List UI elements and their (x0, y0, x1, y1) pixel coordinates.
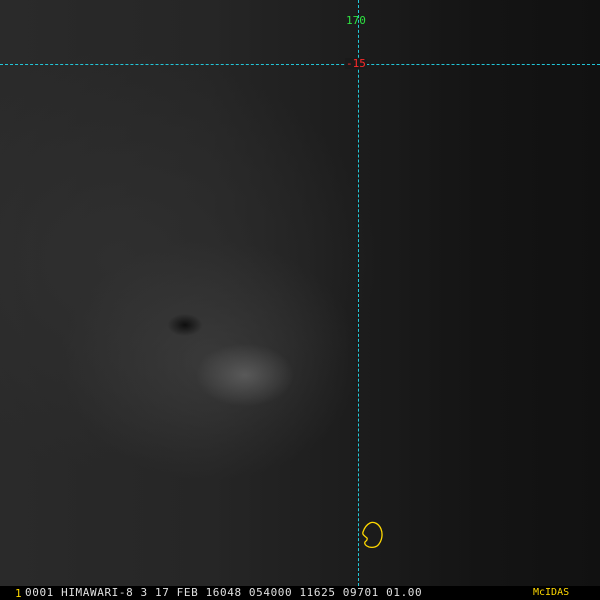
longitude-grid-line (358, 0, 359, 586)
satellite-imagery (0, 0, 600, 586)
mcidas-brand: McIDAS (533, 587, 570, 598)
island-coastline (362, 521, 383, 549)
frame-number: 1 (15, 587, 22, 600)
satellite-image-display: 170 -15 1 0001 HIMAWARI-8 3 17 FEB 16048… (0, 0, 600, 600)
image-info-text: 0001 HIMAWARI-8 3 17 FEB 16048 054000 11… (25, 586, 423, 599)
status-bar: 1 0001 HIMAWARI-8 3 17 FEB 16048 054000 … (0, 586, 600, 600)
latitude-label: -15 (345, 57, 367, 70)
latitude-grid-line (0, 64, 600, 65)
longitude-label: 170 (346, 14, 366, 27)
